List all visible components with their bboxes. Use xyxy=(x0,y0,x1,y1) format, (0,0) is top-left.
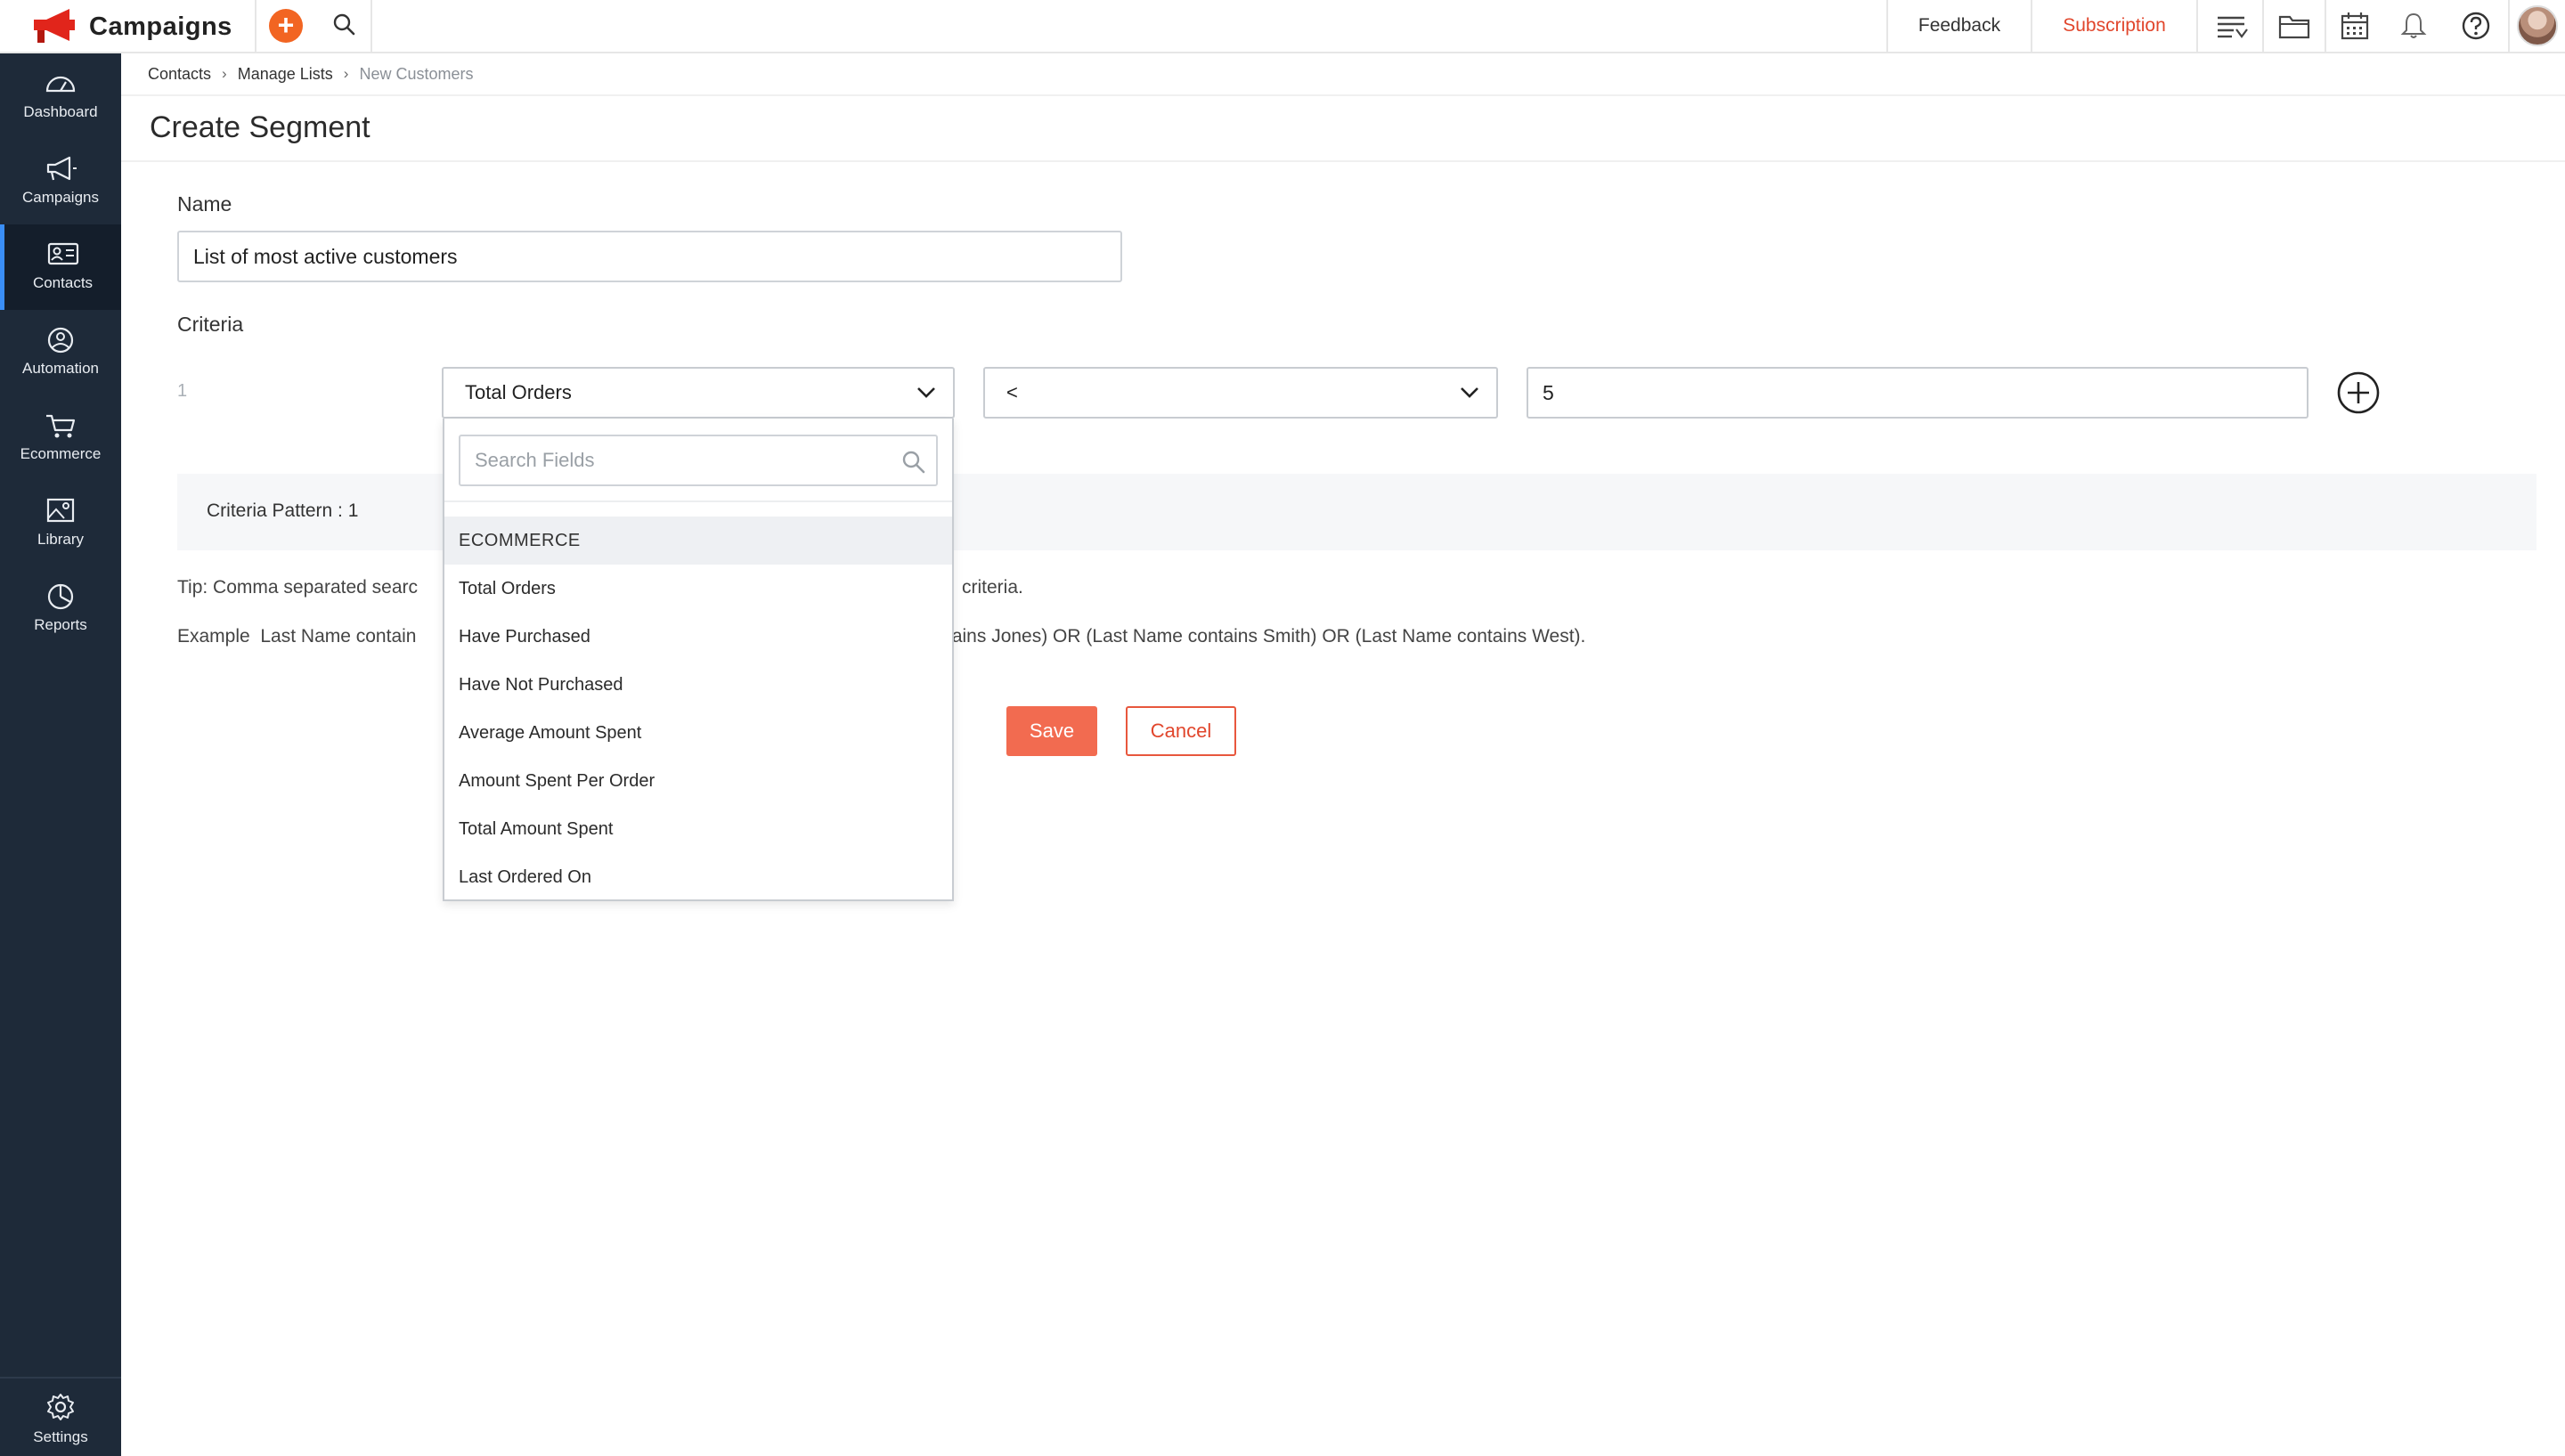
example-text-tail: tains Jones) OR (Last Name contains Smit… xyxy=(947,626,1586,647)
criteria-value-input[interactable] xyxy=(1527,367,2308,419)
dropdown-group-header: ECOMMERCE xyxy=(444,517,952,565)
sidebar-item-library[interactable]: Library xyxy=(0,481,121,566)
divider xyxy=(255,0,256,52)
chevron-right-icon: › xyxy=(222,65,227,82)
divider xyxy=(370,0,372,52)
megaphone-icon xyxy=(46,156,77,181)
sidebar-item-label: Library xyxy=(37,531,84,548)
sidebar-item-settings[interactable]: Settings xyxy=(0,1377,121,1456)
sidebar-item-reports[interactable]: Reports xyxy=(0,566,121,652)
chevron-right-icon: › xyxy=(343,65,349,82)
tip-text: Tip: Comma separated searc xyxy=(177,577,418,598)
quick-create-button[interactable]: + xyxy=(269,9,303,43)
pie-chart-icon xyxy=(47,583,74,610)
help-icon[interactable] xyxy=(2446,0,2506,52)
sidebar-item-label: Campaigns xyxy=(22,189,99,206)
app-name: Campaigns xyxy=(89,12,232,41)
dropdown-option[interactable]: Have Purchased xyxy=(444,613,952,661)
field-dropdown-menu: ECOMMERCE Total Orders Have Purchased Ha… xyxy=(443,419,954,901)
bell-icon[interactable] xyxy=(2383,0,2444,52)
dropdown-option[interactable]: Amount Spent Per Order xyxy=(444,757,952,805)
top-bar: Campaigns + Feedback Subscription xyxy=(0,0,2565,53)
breadcrumb-manage-lists[interactable]: Manage Lists xyxy=(238,65,333,84)
criteria-operator-value: < xyxy=(1006,381,1018,403)
criteria-row-number: 1 xyxy=(177,381,188,401)
chevron-down-icon xyxy=(917,387,935,398)
criteria-label: Criteria xyxy=(177,313,244,336)
dropdown-option[interactable]: Average Amount Spent xyxy=(444,709,952,757)
sidebar-item-dashboard[interactable]: Dashboard xyxy=(0,53,121,139)
feedback-link[interactable]: Feedback xyxy=(1888,0,2031,52)
user-avatar[interactable] xyxy=(2517,5,2558,46)
folder-icon[interactable] xyxy=(2264,0,2325,52)
list-filter-icon[interactable] xyxy=(2202,0,2262,52)
sidebar-item-label: Ecommerce xyxy=(20,445,102,462)
sidebar-item-label: Dashboard xyxy=(23,103,98,120)
calendar-icon[interactable] xyxy=(2325,0,2385,52)
dropdown-option[interactable]: Total Amount Spent xyxy=(444,805,952,853)
page-title: Create Segment xyxy=(150,110,370,144)
search-icon[interactable] xyxy=(330,11,360,41)
sidebar-item-campaigns[interactable]: Campaigns xyxy=(0,139,121,224)
sidebar: Dashboard Campaigns Contacts Automation xyxy=(0,53,121,1456)
chevron-down-icon xyxy=(1461,387,1478,398)
megaphone-logo-icon xyxy=(34,9,75,43)
search-icon xyxy=(902,451,925,474)
cancel-button[interactable]: Cancel xyxy=(1126,706,1236,756)
segment-name-input[interactable] xyxy=(177,231,1122,282)
search-fields-input[interactable] xyxy=(459,435,938,486)
sidebar-item-label: Automation xyxy=(22,360,99,377)
divider xyxy=(2508,0,2510,52)
divider xyxy=(121,94,2565,96)
criteria-field-value: Total Orders xyxy=(465,381,572,403)
divider xyxy=(444,500,952,502)
dropdown-option[interactable]: Total Orders xyxy=(444,565,952,613)
sidebar-item-contacts[interactable]: Contacts xyxy=(0,224,121,310)
add-criteria-icon[interactable] xyxy=(2335,370,2382,416)
sidebar-item-label: Contacts xyxy=(32,274,94,291)
contact-card-icon xyxy=(47,242,78,265)
brand[interactable]: Campaigns xyxy=(30,0,232,53)
sidebar-item-label: Reports xyxy=(34,616,87,633)
cart-icon xyxy=(46,414,76,438)
breadcrumb: Contacts › Manage Lists › New Customers xyxy=(148,61,473,87)
breadcrumb-current: New Customers xyxy=(359,64,474,83)
name-label: Name xyxy=(177,192,232,216)
divider xyxy=(2196,0,2198,52)
dropdown-option[interactable]: Last Ordered On xyxy=(444,853,952,901)
divider xyxy=(121,160,2565,162)
criteria-field-select[interactable]: Total Orders xyxy=(442,367,955,419)
criteria-operator-select[interactable]: < xyxy=(983,367,1498,419)
tip-text-tail: criteria. xyxy=(962,577,1023,598)
gear-icon xyxy=(47,1394,74,1420)
criteria-pattern-text: Criteria Pattern : 1 xyxy=(207,500,359,521)
example-text: Example Last Name contain xyxy=(177,626,417,647)
sidebar-item-ecommerce[interactable]: Ecommerce xyxy=(0,395,121,481)
sidebar-item-automation[interactable]: Automation xyxy=(0,310,121,395)
dropdown-option[interactable]: Have Not Purchased xyxy=(444,661,952,709)
save-button[interactable]: Save xyxy=(1006,706,1097,756)
automation-icon xyxy=(47,327,74,354)
breadcrumb-contacts[interactable]: Contacts xyxy=(148,65,211,84)
image-library-icon xyxy=(46,498,75,523)
subscription-link[interactable]: Subscription xyxy=(2032,0,2196,52)
dashboard-icon xyxy=(45,76,76,93)
sidebar-settings-label: Settings xyxy=(33,1428,88,1445)
